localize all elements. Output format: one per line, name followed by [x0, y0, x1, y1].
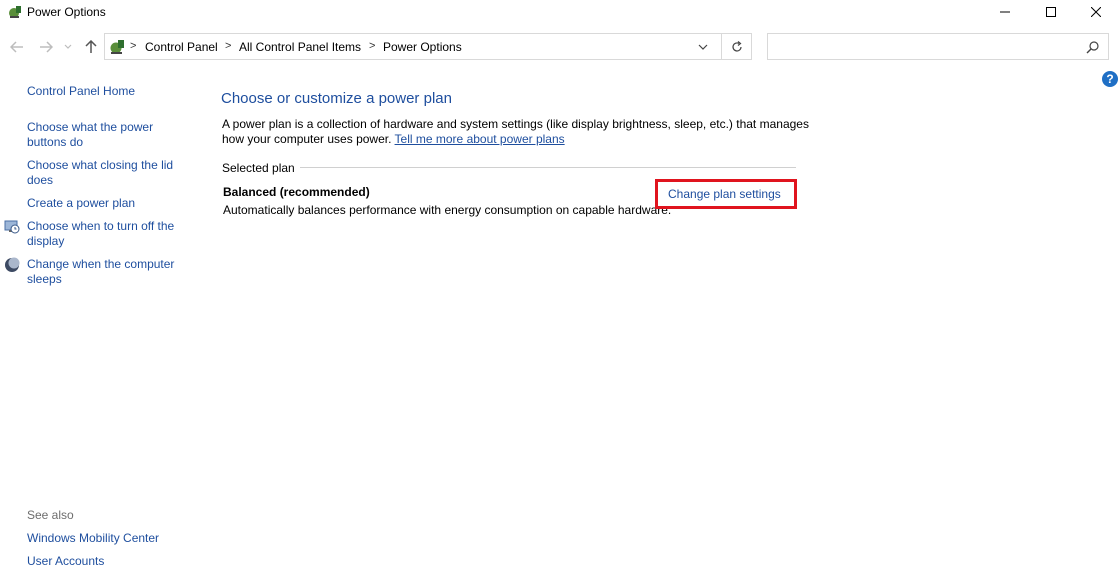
task-turn-off-display-link[interactable]: Choose when to turn off the display — [27, 219, 187, 249]
back-button[interactable] — [9, 39, 25, 55]
power-options-icon — [110, 40, 124, 54]
windows-mobility-center-link[interactable]: Windows Mobility Center — [27, 531, 187, 546]
moon-icon — [5, 257, 20, 272]
breadcrumb-separator: > — [225, 40, 232, 52]
change-plan-settings-link[interactable]: Change plan settings — [655, 179, 797, 209]
search-icon — [1086, 41, 1099, 54]
display-clock-icon — [4, 220, 20, 234]
help-icon[interactable]: ? — [1102, 71, 1118, 87]
section-divider — [300, 167, 796, 168]
refresh-icon — [732, 40, 742, 52]
search-input[interactable] — [767, 33, 1109, 60]
window-title: Power Options — [27, 5, 106, 19]
breadcrumb-separator: > — [130, 40, 137, 52]
close-icon — [1091, 7, 1101, 17]
power-options-icon — [9, 6, 21, 18]
control-panel-home-link[interactable]: Control Panel Home — [27, 84, 187, 99]
selected-plan-label: Selected plan — [222, 161, 295, 175]
title-bar: Power Options — [0, 0, 1119, 24]
maximize-icon — [1046, 7, 1056, 17]
minimize-icon — [1000, 11, 1010, 13]
forward-button[interactable] — [38, 39, 54, 55]
arrow-left-icon — [10, 41, 23, 53]
task-closing-lid-link[interactable]: Choose what closing the lid does — [27, 158, 177, 188]
refresh-button[interactable] — [721, 34, 752, 59]
see-also-heading: See also — [27, 508, 74, 522]
intro-paragraph: A power plan is a collection of hardware… — [222, 117, 812, 147]
breadcrumb-power-options[interactable]: Power Options — [383, 40, 462, 54]
task-power-buttons-link[interactable]: Choose what the power buttons do — [27, 120, 167, 150]
breadcrumb-control-panel[interactable]: Control Panel — [145, 40, 218, 54]
up-button[interactable] — [83, 39, 99, 55]
chevron-down-icon — [698, 44, 708, 50]
breadcrumb-all-items[interactable]: All Control Panel Items — [239, 40, 361, 54]
plan-description: Automatically balances performance with … — [223, 203, 672, 217]
recent-locations-button[interactable] — [62, 39, 74, 55]
arrow-up-icon — [85, 40, 97, 53]
arrow-right-icon — [40, 41, 53, 53]
page-title: Choose or customize a power plan — [221, 90, 452, 107]
address-dropdown-button[interactable] — [695, 39, 711, 55]
plan-name: Balanced (recommended) — [223, 185, 370, 199]
change-plan-settings-label: Change plan settings — [668, 187, 781, 201]
minimize-button[interactable] — [982, 0, 1028, 24]
address-bar[interactable]: > Control Panel > All Control Panel Item… — [104, 33, 752, 60]
task-computer-sleeps-link[interactable]: Change when the computer sleeps — [27, 257, 187, 287]
tell-me-more-link[interactable]: Tell me more about power plans — [395, 132, 565, 146]
maximize-button[interactable] — [1028, 0, 1074, 24]
close-button[interactable] — [1073, 0, 1119, 24]
user-accounts-link[interactable]: User Accounts — [27, 554, 187, 569]
chevron-down-icon — [64, 44, 72, 49]
task-create-plan-link[interactable]: Create a power plan — [27, 196, 187, 211]
breadcrumb-separator: > — [369, 40, 376, 52]
